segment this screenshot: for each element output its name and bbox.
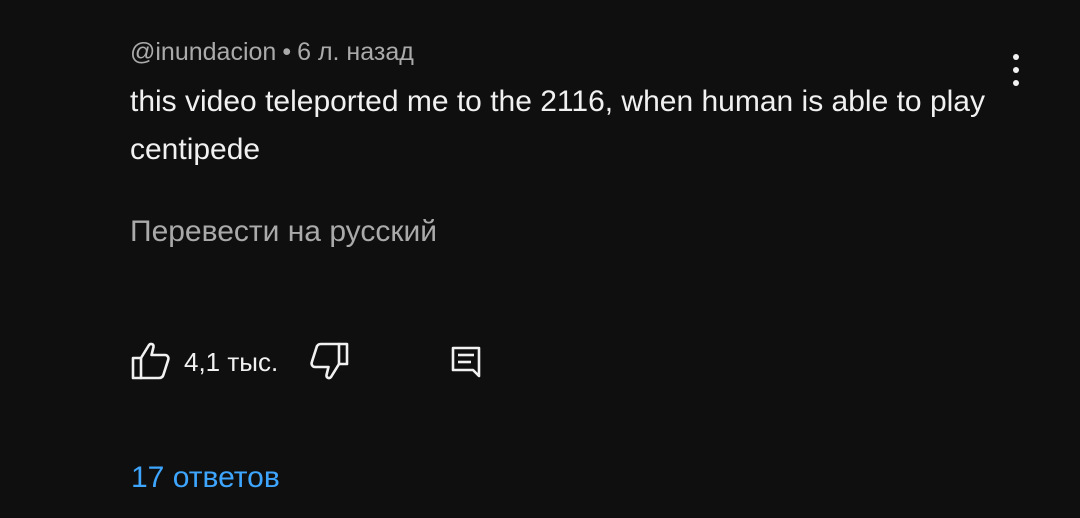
comment-icon <box>451 346 481 378</box>
more-vert-icon <box>1013 54 1019 60</box>
reply-button[interactable] <box>446 342 486 382</box>
comment-text: this video teleported me to the 2116, wh… <box>130 85 985 166</box>
more-vert-icon-dot <box>1013 80 1019 86</box>
like-count: 4,1 тыс. <box>184 347 279 377</box>
translate-button[interactable]: Перевести на русский <box>130 212 437 252</box>
like-button[interactable] <box>128 338 174 384</box>
view-replies-button[interactable]: 17 ответов <box>131 459 280 497</box>
thumb-down-icon <box>310 342 349 380</box>
meta-separator: • <box>282 38 292 66</box>
more-vert-icon-dot <box>1013 67 1019 73</box>
thumb-up-icon <box>131 342 170 380</box>
comment-item: @inundacion • 6 л. назад this video telepo… <box>0 0 1080 518</box>
more-options-button[interactable] <box>996 46 1036 94</box>
dislike-button[interactable] <box>306 338 352 384</box>
comment-header: @inundacion • 6 л. назад <box>130 36 414 68</box>
author-handle[interactable]: @inundacion <box>130 38 276 66</box>
comment-timestamp: 6 л. назад <box>297 38 414 66</box>
